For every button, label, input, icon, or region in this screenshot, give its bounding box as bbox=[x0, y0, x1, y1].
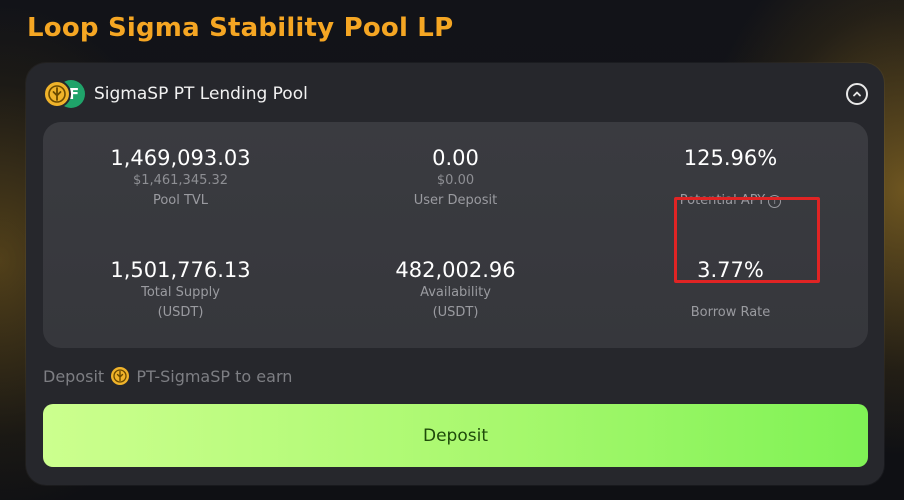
total-supply-label: Total Supply bbox=[141, 285, 220, 300]
page-title: Loop Sigma Stability Pool LP bbox=[27, 13, 454, 43]
chevron-up-icon bbox=[853, 91, 861, 97]
pool-name: SigmaSP PT Lending Pool bbox=[94, 84, 308, 104]
potential-apy-spacer bbox=[593, 171, 868, 191]
availability-label: Availability bbox=[420, 285, 491, 300]
pool-card-header[interactable]: F SigmaSP PT Lending Pool bbox=[26, 63, 884, 123]
pt-sigmasp-token-icon bbox=[111, 367, 130, 385]
stat-borrow-rate: 3.77% Borrow Rate bbox=[593, 257, 868, 323]
potential-apy-value: 125.96% bbox=[683, 146, 778, 170]
user-deposit-label: User Deposit bbox=[413, 193, 498, 208]
potential-apy-label: Potential APY bbox=[679, 193, 766, 208]
user-deposit-usd: $0.00 bbox=[436, 173, 475, 188]
deposit-hint-prefix: Deposit bbox=[43, 367, 105, 386]
availability-value: 482,002.96 bbox=[395, 258, 516, 282]
info-icon[interactable]: i bbox=[768, 195, 782, 208]
page: Loop Sigma Stability Pool LP F SigmaSP P… bbox=[0, 0, 904, 500]
collapse-button[interactable] bbox=[846, 83, 868, 105]
sigma-coin-icon bbox=[43, 80, 71, 108]
deposit-hint-token: PT-SigmaSP bbox=[136, 367, 231, 386]
deposit-button[interactable]: Deposit bbox=[43, 404, 868, 467]
potential-apy-label-row: Potential APY i bbox=[593, 191, 868, 211]
deposit-hint-suffix: to earn bbox=[235, 367, 293, 386]
borrow-rate-label: Borrow Rate bbox=[690, 305, 771, 320]
stat-user-deposit: 0.00 $0.00 User Deposit bbox=[318, 145, 593, 211]
pool-tvl-label: Pool TVL bbox=[152, 193, 209, 208]
stats-panel: 1,469,093.03 $1,461,345.32 Pool TVL 0.00… bbox=[43, 122, 868, 348]
pool-card: F SigmaSP PT Lending Pool 1,469,093.03 $… bbox=[26, 63, 884, 485]
stat-potential-apy: 125.96% Potential APY i bbox=[593, 145, 868, 211]
deposit-hint: Deposit PT-SigmaSP to earn bbox=[43, 365, 292, 389]
user-deposit-value: 0.00 bbox=[432, 146, 479, 170]
availability-unit: (USDT) bbox=[432, 305, 479, 320]
total-supply-value: 1,501,776.13 bbox=[110, 258, 251, 282]
pool-tvl-value: 1,469,093.03 bbox=[110, 146, 251, 170]
borrow-rate-value: 3.77% bbox=[697, 258, 764, 282]
borrow-rate-spacer bbox=[593, 283, 868, 303]
stat-availability: 482,002.96 Availability (USDT) bbox=[318, 257, 593, 323]
total-supply-unit: (USDT) bbox=[157, 305, 204, 320]
stat-total-supply: 1,501,776.13 Total Supply (USDT) bbox=[43, 257, 318, 323]
pool-tvl-usd: $1,461,345.32 bbox=[132, 173, 229, 188]
stat-pool-tvl: 1,469,093.03 $1,461,345.32 Pool TVL bbox=[43, 145, 318, 211]
pool-logo: F bbox=[43, 80, 87, 108]
